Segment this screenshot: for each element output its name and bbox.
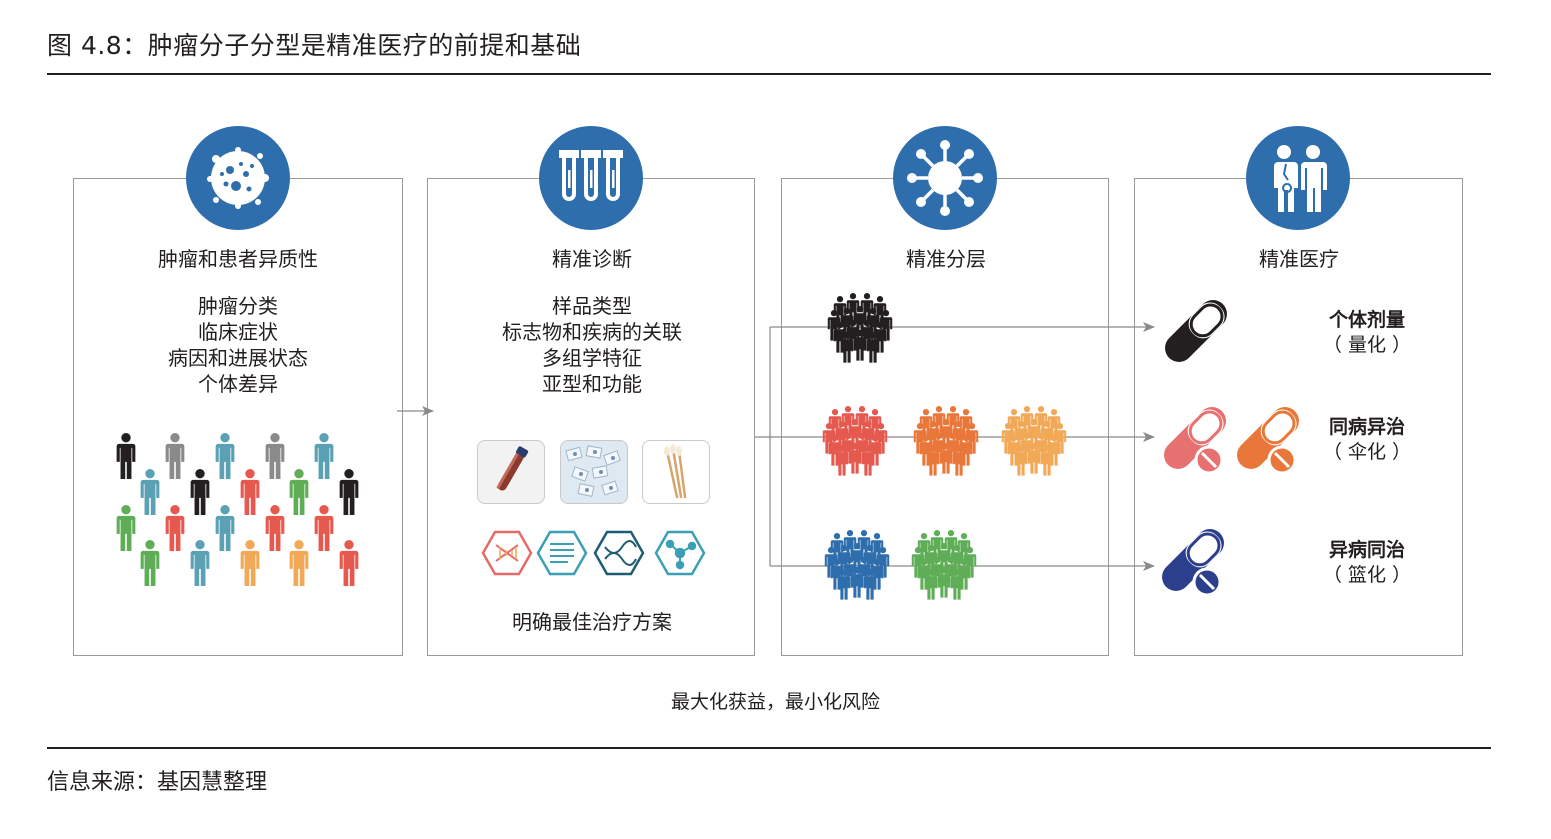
virus-icon — [893, 126, 997, 230]
tissue-slides-thumbnail — [560, 440, 628, 504]
panel-title-diagnosis: 精准诊断 — [552, 247, 632, 271]
list-item: 肿瘤分类 — [198, 294, 278, 318]
treatment-label-umbrella: 同病异治 （ 伞化 ） — [1307, 415, 1427, 465]
list-item: 标志物和疾病的关联 — [502, 320, 682, 344]
treatment-label-individual: 个体剂量 （ 量化 ） — [1307, 308, 1427, 358]
figure-title: 图 4.8：肿瘤分子分型是精准医疗的前提和基础 — [47, 31, 582, 60]
diagnosis-list: 样品类型 标志物和疾病的关联 多组学特征 亚型和功能 — [427, 293, 757, 397]
panel-title-precision-medicine: 精准医疗 — [1259, 247, 1339, 271]
treatment-label-basket: 异病同治 （ 篮化 ） — [1307, 538, 1427, 588]
list-item: 样品类型 — [552, 294, 632, 318]
footer-note: 最大化获益，最小化风险 — [670, 691, 880, 713]
treatment-sub: （ 伞化 ） — [1322, 441, 1412, 463]
treatment-sub: （ 量化 ） — [1322, 334, 1412, 356]
swab-thumbnail — [642, 440, 710, 504]
treatment-name: 同病异治 — [1328, 416, 1405, 438]
source-rule — [47, 747, 1491, 749]
panel-title-stratification: 精准分层 — [906, 247, 986, 271]
list-item: 临床症状 — [198, 320, 278, 344]
source-note: 信息来源：基因慧整理 — [47, 770, 268, 795]
list-item: 病因和进展状态 — [168, 346, 308, 370]
best-treatment-caption: 明确最佳治疗方案 — [512, 610, 672, 634]
list-item: 亚型和功能 — [542, 372, 642, 396]
test-tubes-icon — [539, 126, 643, 230]
list-item: 多组学特征 — [542, 346, 642, 370]
panel-title-heterogeneity: 肿瘤和患者异质性 — [158, 247, 318, 271]
doctor-patient-icon — [1246, 126, 1350, 230]
tumor-cell-icon — [186, 126, 290, 230]
title-rule — [47, 73, 1491, 75]
blood-sample-thumbnail — [477, 440, 545, 504]
treatment-name: 个体剂量 — [1328, 309, 1405, 331]
heterogeneity-list: 肿瘤分类 临床症状 病因和进展状态 个体差异 — [73, 293, 403, 397]
treatment-sub: （ 篮化 ） — [1322, 564, 1412, 586]
list-item: 个体差异 — [198, 372, 278, 396]
treatment-name: 异病同治 — [1328, 539, 1405, 561]
